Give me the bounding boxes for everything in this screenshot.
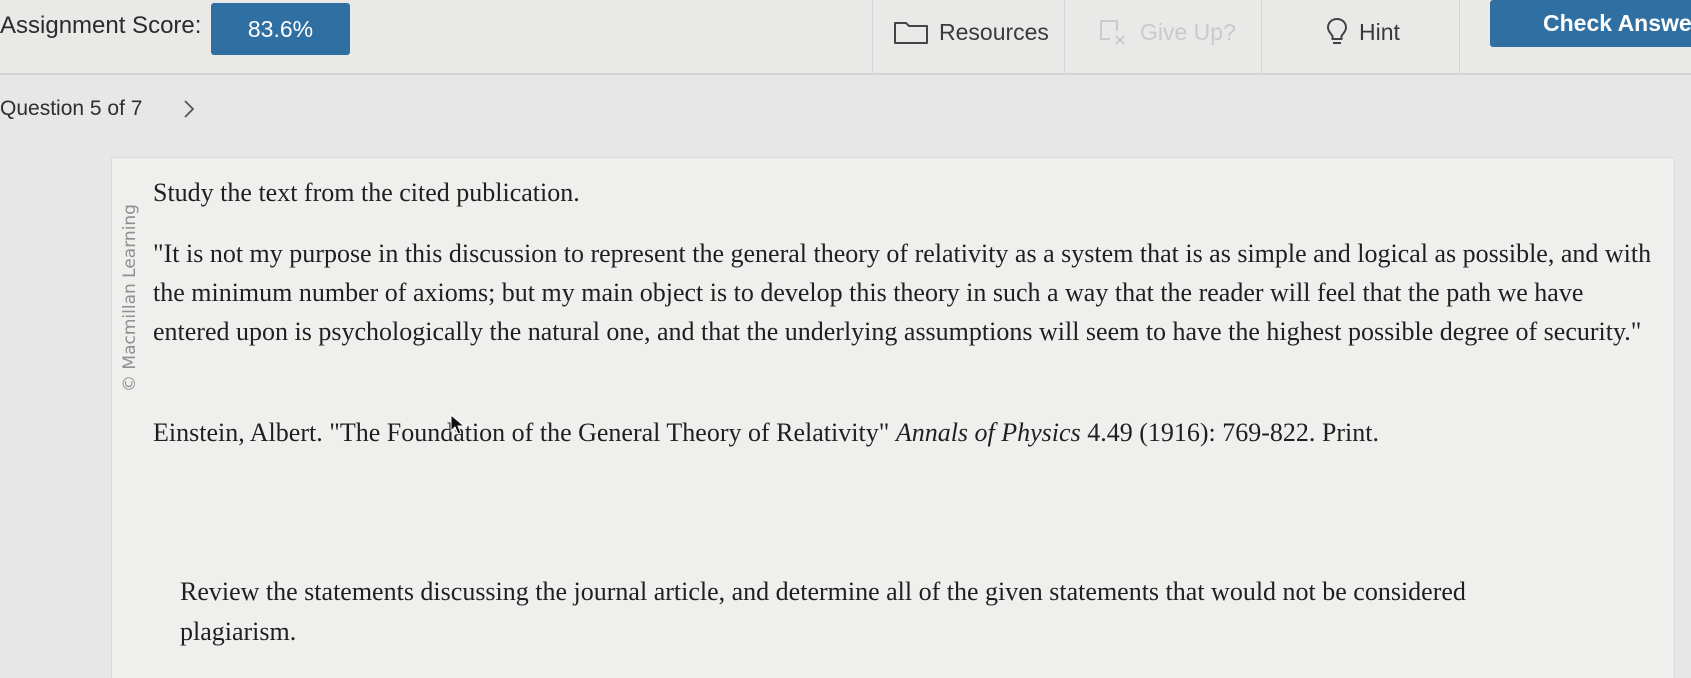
citation-title: "The Foundation of the General Theory of… — [329, 418, 890, 447]
watermark-text: © Macmillan Learning — [120, 204, 140, 392]
review-instructions: Review the statements discussing the jou… — [180, 577, 1466, 646]
chevron-right-icon — [184, 100, 195, 118]
lightbulb-icon — [1326, 17, 1348, 44]
citation-details: 4.49 (1916): 769-822. Print. — [1087, 418, 1379, 447]
hint-label: Hint — [1359, 18, 1400, 45]
assignment-score-label: Assignment Score: — [0, 12, 202, 39]
toolbar-divider — [1459, 0, 1460, 73]
next-question-button[interactable] — [182, 98, 196, 120]
folder-icon — [894, 22, 928, 44]
resources-button[interactable]: Resources — [893, 14, 1049, 50]
check-answer-button[interactable]: Check Answer — [1490, 0, 1691, 47]
give-up-icon — [1100, 20, 1125, 45]
toolbar-divider — [872, 0, 873, 73]
give-up-label: Give Up? — [1140, 18, 1236, 45]
resources-label: Resources — [939, 18, 1049, 45]
hint-button[interactable]: Hint — [1325, 14, 1400, 50]
mouse-cursor-icon — [450, 414, 466, 435]
question-counter: Question 5 of 7 — [0, 97, 143, 120]
copyright-watermark: © Macmillan Learning — [113, 186, 147, 410]
toolbar-divider — [1064, 0, 1065, 73]
assignment-score-badge: 83.6% — [211, 3, 350, 55]
publication-quote: "It is not my purpose in this discussion… — [153, 239, 1652, 346]
question-navigation: Question 5 of 7 — [0, 97, 196, 121]
toolbar-divider — [1261, 0, 1262, 73]
citation-journal: Annals of Physics — [895, 418, 1081, 447]
question-intro: Study the text from the cited publicatio… — [153, 178, 580, 207]
give-up-button[interactable]: Give Up? — [1098, 14, 1236, 50]
citation-author: Einstein, Albert. — [153, 418, 323, 447]
top-toolbar: Assignment Score: 83.6% Resources Give U… — [0, 0, 1691, 75]
citation: Einstein, Albert. "The Foundation of the… — [153, 418, 1379, 448]
